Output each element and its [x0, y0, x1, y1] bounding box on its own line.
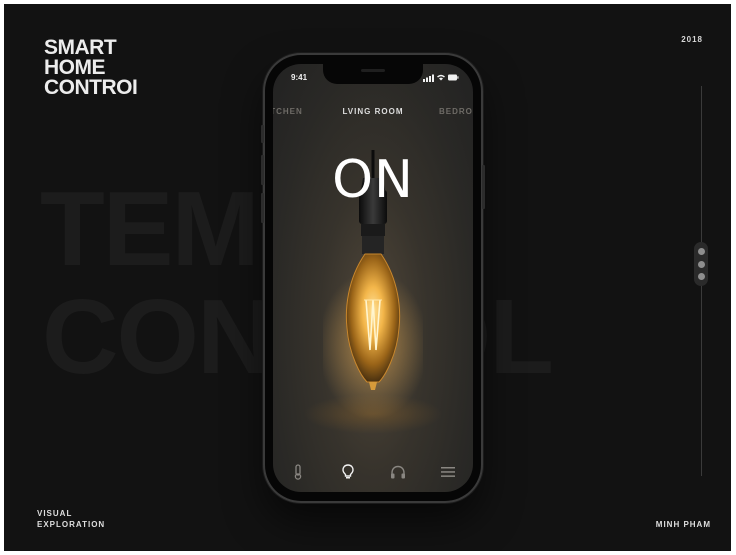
room-tabs: ITCHEN LVING ROOM BEDRO: [273, 107, 473, 121]
phone-screen: 9:41 ITCHEN LVING ROOM BEDRO: [273, 64, 473, 492]
headphones-icon[interactable]: [389, 463, 407, 481]
bottom-nav: [273, 459, 473, 485]
footer-caption: VISUAL EXPLORATION: [37, 508, 105, 530]
footer-line-1: VISUAL: [37, 509, 73, 518]
artboard: TEM CONTROL SMART HOME CONTROI 2018 VISU…: [4, 4, 731, 551]
author-name: MINH PHAM: [655, 520, 711, 529]
phone-mockup: 9:41 ITCHEN LVING ROOM BEDRO: [261, 55, 485, 501]
brand-line-1: SMART: [44, 36, 117, 59]
status-time: 9:41: [291, 73, 308, 82]
more-options-button[interactable]: [694, 242, 708, 286]
brand-line-2: HOME: [44, 56, 106, 79]
year-label: 2018: [681, 35, 703, 44]
tab-bedroom[interactable]: BEDRO: [439, 107, 473, 116]
footer-line-2: EXPLORATION: [37, 520, 106, 529]
power-button: [482, 165, 485, 209]
notch: [323, 64, 423, 84]
brand-title: SMART HOME CONTROI: [44, 36, 138, 99]
volume-down-button: [261, 193, 264, 223]
volume-up-button: [261, 155, 264, 185]
background-word-1: TEM: [40, 170, 260, 288]
menu-icon[interactable]: [439, 463, 457, 481]
dot-icon: [697, 247, 705, 255]
status-icons: [423, 74, 459, 82]
mute-switch: [261, 125, 264, 143]
bulb-icon[interactable]: [339, 463, 357, 481]
brand-line-3: CONTROI: [44, 76, 138, 99]
light-state-label[interactable]: ON: [273, 150, 473, 210]
dot-icon: [697, 260, 705, 268]
dot-icon: [697, 273, 705, 281]
thermometer-icon[interactable]: [289, 463, 307, 481]
